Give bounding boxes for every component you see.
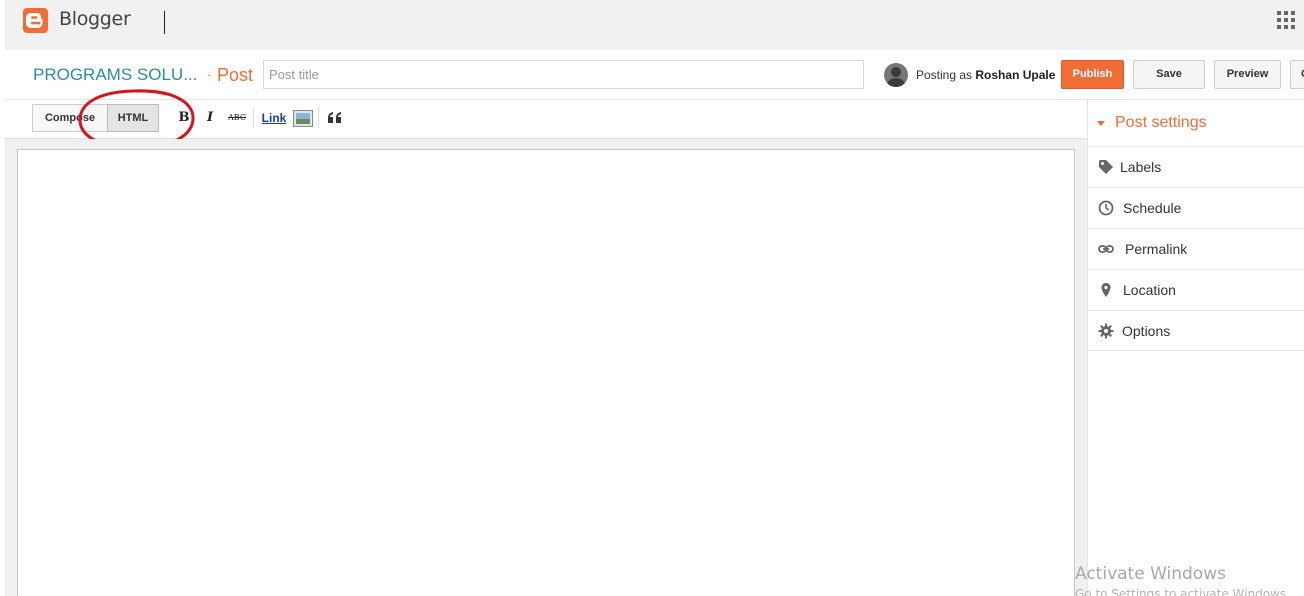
sidebar-item-permalink[interactable]: Permalink xyxy=(1088,228,1304,269)
posting-as-prefix: Posting as xyxy=(916,68,973,82)
activate-windows-hint: Go to Settings to activate Windows. xyxy=(1075,587,1290,596)
top-bar: Blogger xyxy=(5,0,1304,50)
italic-icon[interactable]: I xyxy=(204,108,216,128)
html-mode-button[interactable]: HTML xyxy=(107,104,159,132)
clock-icon xyxy=(1098,200,1114,216)
tag-icon xyxy=(1099,160,1113,174)
toolbar-separator xyxy=(253,108,254,128)
html-editor-textarea[interactable] xyxy=(17,149,1075,596)
app-name: Blogger xyxy=(59,8,131,30)
editor-toolbar xyxy=(5,100,1087,138)
link-button[interactable]: Link xyxy=(260,108,288,128)
quote-icon[interactable] xyxy=(327,111,343,124)
sidebar-item-location[interactable]: Location xyxy=(1088,269,1304,310)
close-button[interactable]: C xyxy=(1290,60,1304,89)
user-name: Roshan Upale xyxy=(975,68,1056,82)
sidebar-item-label: Location xyxy=(1123,282,1176,298)
toolbar-separator xyxy=(318,108,319,128)
blog-name-link[interactable]: PROGRAMS SOLU... xyxy=(33,65,197,85)
map-pin-icon xyxy=(1101,283,1111,297)
publish-button[interactable]: Publish xyxy=(1061,60,1124,89)
gear-icon xyxy=(1098,323,1114,339)
bold-icon[interactable]: B xyxy=(177,108,191,128)
compose-mode-button[interactable]: Compose xyxy=(32,104,108,132)
sidebar-item-schedule[interactable]: Schedule xyxy=(1088,187,1304,228)
blogger-logo-icon[interactable] xyxy=(23,8,48,33)
sidebar-item-label: Options xyxy=(1122,323,1171,339)
preview-button[interactable]: Preview xyxy=(1214,60,1281,89)
post-settings-title[interactable]: Post settings xyxy=(1115,114,1207,132)
link-icon xyxy=(1098,245,1114,253)
section-label: Post xyxy=(217,65,254,85)
title-separator: · xyxy=(207,67,212,82)
post-title-input[interactable] xyxy=(263,60,864,89)
user-avatar[interactable] xyxy=(884,63,908,87)
header-divider xyxy=(164,11,165,34)
sidebar-item-options[interactable]: Options xyxy=(1088,310,1304,351)
apps-grid-icon[interactable] xyxy=(1277,11,1295,29)
image-icon[interactable] xyxy=(293,110,313,127)
sidebar-item-labels[interactable]: Labels xyxy=(1088,146,1304,187)
activate-windows-watermark: Activate Windows xyxy=(1075,564,1226,584)
sidebar-item-label: Labels xyxy=(1120,159,1162,175)
sidebar-item-label: Schedule xyxy=(1123,200,1182,216)
posting-as-text: Posting as Roshan Upale xyxy=(916,68,1055,82)
save-button[interactable]: Save xyxy=(1133,60,1205,89)
caret-down-icon[interactable] xyxy=(1097,121,1105,126)
blogger-editor-page: Blogger PROGRAMS SOLU... · Post Posting … xyxy=(0,0,1304,596)
strikethrough-icon[interactable]: ABC xyxy=(227,108,247,128)
sidebar-item-label: Permalink xyxy=(1125,241,1188,257)
